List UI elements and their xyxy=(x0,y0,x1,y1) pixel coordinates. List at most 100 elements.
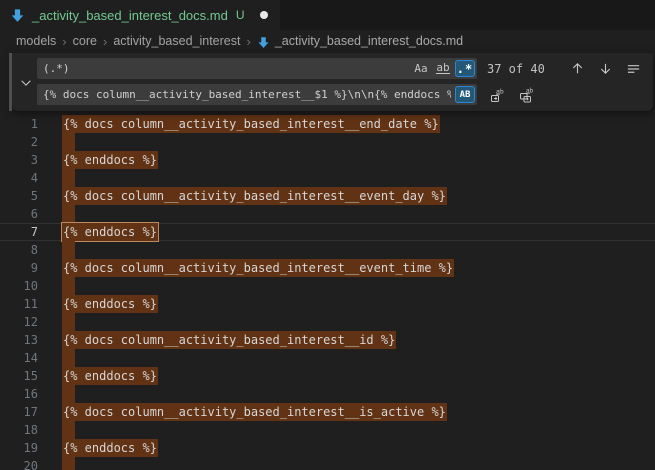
tab-bar: _activity_based_interest_docs.md U xyxy=(0,0,655,30)
line-number[interactable]: 12 xyxy=(0,313,38,331)
code-text xyxy=(62,205,75,223)
find-match-empty xyxy=(62,421,75,439)
code-line[interactable]: 2 xyxy=(0,133,655,151)
replace-all-button[interactable]: ab xyxy=(516,84,537,105)
line-number[interactable]: 2 xyxy=(0,133,38,151)
code-line[interactable]: 7{% enddocs %} xyxy=(0,223,655,241)
find-match: {% enddocs %} xyxy=(62,367,158,385)
code-text xyxy=(62,241,75,259)
code-line[interactable]: 4 xyxy=(0,169,655,187)
line-number[interactable]: 10 xyxy=(0,277,38,295)
line-number[interactable]: 4 xyxy=(0,169,38,187)
code-line[interactable]: 13 {% docs column__activity_based_interes… xyxy=(0,331,655,349)
breadcrumb-item[interactable]: core xyxy=(73,34,97,48)
line-number[interactable]: 19 xyxy=(0,439,38,457)
editor[interactable]: 1 {% docs column__activity_based_interest… xyxy=(0,52,655,470)
code-line[interactable]: 18 xyxy=(0,421,655,439)
find-match-empty xyxy=(62,205,75,223)
code-line[interactable]: 5 {% docs column__activity_based_interest… xyxy=(0,187,655,205)
code-line[interactable]: 8 xyxy=(0,241,655,259)
line-number[interactable]: 16 xyxy=(0,385,38,403)
code-line[interactable]: 19 {% enddocs %} xyxy=(0,439,655,457)
code-text: {% docs column__activity_based_interest_… xyxy=(62,115,440,133)
arrow-down-icon xyxy=(598,61,613,76)
chevron-down-icon xyxy=(19,75,33,89)
line-number[interactable]: 17 xyxy=(0,403,38,421)
vscode-window: _activity_based_interest_docs.md U model… xyxy=(0,0,655,470)
find-match: {% docs column__activity_based_interest_… xyxy=(62,403,447,421)
code-line[interactable]: 10 xyxy=(0,277,655,295)
line-number[interactable]: 11 xyxy=(0,295,38,313)
find-match-empty xyxy=(62,169,75,187)
find-nav-buttons xyxy=(567,58,655,79)
find-match: {% docs column__activity_based_interest_… xyxy=(62,187,447,205)
breadcrumb-item[interactable]: models xyxy=(16,34,56,48)
preserve-case-toggle[interactable]: AB xyxy=(455,86,475,103)
tab-title: _activity_based_interest_docs.md xyxy=(32,8,228,23)
line-number[interactable]: 1 xyxy=(0,115,38,133)
breadcrumb-path: models›core›activity_based_interest› xyxy=(16,34,257,49)
code-text xyxy=(62,385,75,403)
breadcrumb-separator-icon: › xyxy=(103,34,107,49)
code-text: {% enddocs %} xyxy=(62,439,158,457)
line-number[interactable]: 8 xyxy=(0,241,38,259)
breadcrumb-item-file[interactable]: _activity_based_interest_docs.md xyxy=(275,34,463,48)
code-line[interactable]: 16 xyxy=(0,385,655,403)
code-text: {% enddocs %} xyxy=(62,367,158,385)
find-match: {% enddocs %} xyxy=(62,439,158,457)
editor-tab[interactable]: _activity_based_interest_docs.md U xyxy=(0,0,280,30)
code-line[interactable]: 14 xyxy=(0,349,655,367)
code-text: {% docs column__activity_based_interest_… xyxy=(62,259,454,277)
code-text xyxy=(62,133,75,151)
markdown-file-icon xyxy=(257,36,270,49)
whole-word-label: ab xyxy=(436,63,449,74)
code-line[interactable]: 9 {% docs column__activity_based_interest… xyxy=(0,259,655,277)
find-match-empty xyxy=(62,133,75,151)
regex-toggle[interactable]: .* xyxy=(455,60,475,77)
find-match-empty xyxy=(62,349,75,367)
replace-all-icon: ab xyxy=(519,87,535,103)
unsaved-changes-indicator[interactable] xyxy=(260,11,268,19)
find-widget-sash[interactable] xyxy=(9,53,12,111)
code-line[interactable]: 11 {% enddocs %} xyxy=(0,295,655,313)
toggle-replace-button[interactable] xyxy=(17,74,34,91)
replace-button[interactable]: ab xyxy=(487,84,508,105)
git-status-badge: U xyxy=(236,8,245,22)
find-in-selection-button[interactable] xyxy=(623,58,644,79)
find-input[interactable] xyxy=(37,62,411,75)
line-number[interactable]: 20 xyxy=(0,457,38,470)
code-text: {% docs column__activity_based_interest_… xyxy=(62,331,396,349)
code-line[interactable]: 12 xyxy=(0,313,655,331)
code-line[interactable]: 6 xyxy=(0,205,655,223)
code-line[interactable]: 17 {% docs column__activity_based_interes… xyxy=(0,403,655,421)
previous-match-button[interactable] xyxy=(567,58,588,79)
line-number[interactable]: 7 xyxy=(0,223,38,241)
code-text: {% enddocs %} xyxy=(62,295,158,313)
line-number[interactable]: 15 xyxy=(0,367,38,385)
whole-word-toggle[interactable]: ab xyxy=(433,60,453,77)
line-number[interactable]: 5 xyxy=(0,187,38,205)
line-number[interactable]: 13 xyxy=(0,331,38,349)
breadcrumb-item[interactable]: activity_based_interest xyxy=(113,34,240,48)
code-text: {% docs column__activity_based_interest_… xyxy=(62,403,447,421)
match-case-toggle[interactable]: Aa xyxy=(411,60,431,77)
line-number[interactable]: 3 xyxy=(0,151,38,169)
arrow-up-icon xyxy=(570,61,585,76)
code-text xyxy=(62,421,75,439)
replace-input[interactable] xyxy=(37,88,455,101)
next-match-button[interactable] xyxy=(595,58,616,79)
line-number[interactable]: 18 xyxy=(0,421,38,439)
code-text xyxy=(62,313,75,331)
code-line[interactable]: 15 {% enddocs %} xyxy=(0,367,655,385)
line-number[interactable]: 9 xyxy=(0,259,38,277)
code-line[interactable]: 1 {% docs column__activity_based_interest… xyxy=(0,115,655,133)
line-number[interactable]: 6 xyxy=(0,205,38,223)
breadcrumb: models›core›activity_based_interest› _ac… xyxy=(0,30,655,52)
match-count: 37 of 40 xyxy=(487,62,543,76)
code-line[interactable]: 3{% enddocs %} xyxy=(0,151,655,169)
find-widget: Aa ab .* 37 of 40 xyxy=(12,53,653,111)
line-number[interactable]: 14 xyxy=(0,349,38,367)
close-find-widget-button[interactable] xyxy=(651,58,655,79)
breadcrumb-separator-icon: › xyxy=(246,34,250,49)
code-line[interactable]: 20 xyxy=(0,457,655,470)
